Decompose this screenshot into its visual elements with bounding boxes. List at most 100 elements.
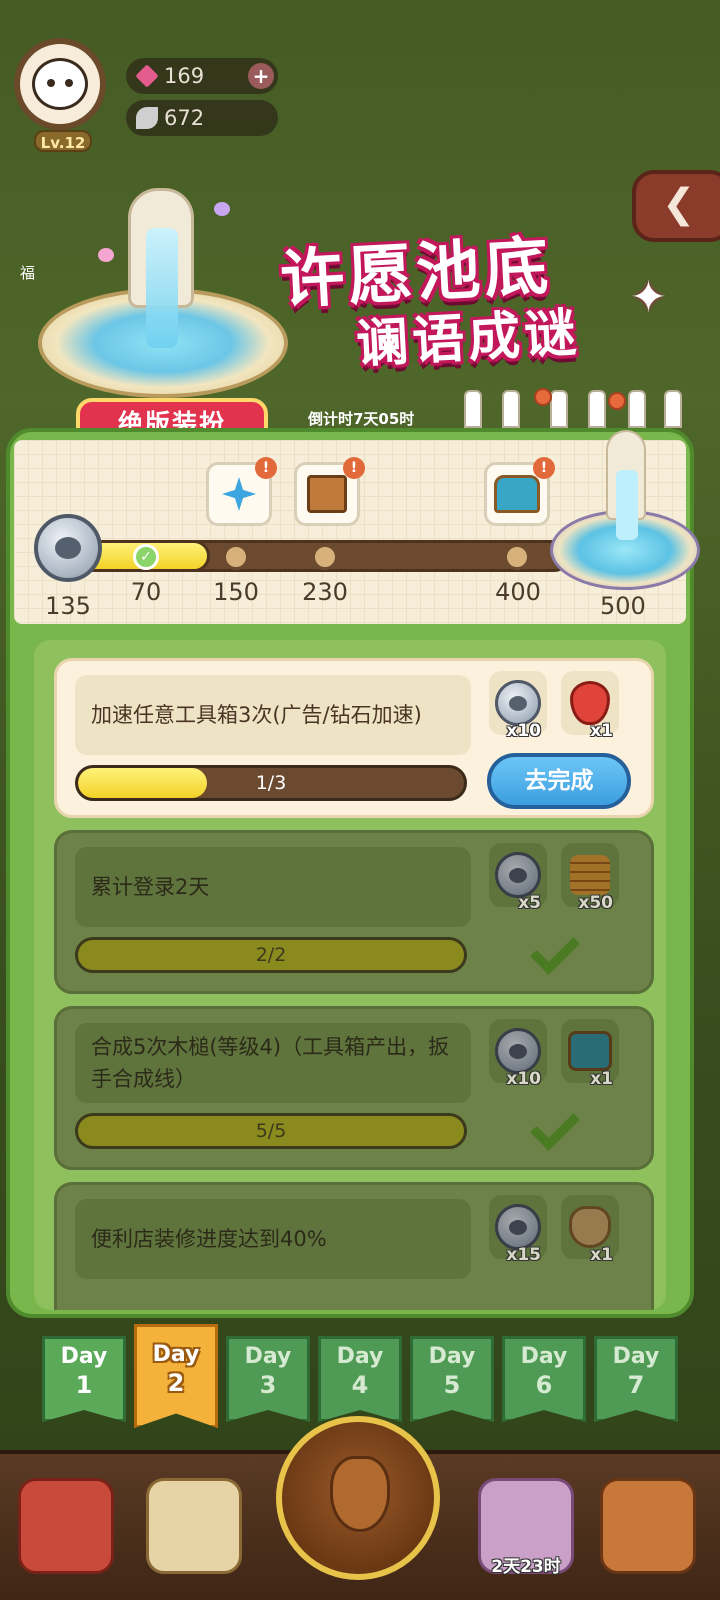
- task-reward: x50: [561, 843, 619, 913]
- paw-coin-icon: [495, 1204, 541, 1250]
- milestone-label: 70: [130, 578, 162, 606]
- butterfly-icon: [98, 248, 114, 262]
- go-complete-button[interactable]: 去完成: [487, 753, 631, 809]
- current-points: 135: [45, 592, 91, 620]
- blue-star-icon: [222, 477, 256, 511]
- milestone-node-150: [223, 544, 249, 570]
- task-progress-text: 1/3: [255, 772, 287, 794]
- paw-coin-icon: [495, 680, 541, 726]
- milestone-reward-230[interactable]: !: [294, 457, 365, 526]
- checkmark-icon: [530, 925, 580, 975]
- event-title-line-2: 谰语成谜: [354, 303, 582, 375]
- task-description: 合成5次木槌(等级4)（工具箱产出，扳手合成线）: [75, 1023, 471, 1103]
- reward-quantity: x10: [506, 721, 541, 741]
- reward-quantity: x5: [518, 893, 541, 913]
- gem-counter: 169 +: [126, 58, 278, 94]
- day-word: Day: [152, 1342, 200, 1367]
- milestone-node-70-claimed: ✓: [133, 544, 159, 570]
- reward-quantity: x15: [506, 1245, 541, 1265]
- day-word: Day: [336, 1344, 384, 1369]
- wishing-fountain-illustration: [28, 188, 298, 398]
- leaf-counter: 672: [126, 100, 278, 136]
- day-word: Day: [612, 1344, 660, 1369]
- bunny-card-button[interactable]: [146, 1478, 242, 1574]
- day-tab-1[interactable]: Day 1: [42, 1336, 126, 1422]
- day-word: Day: [60, 1344, 108, 1369]
- butterfly-icon: [214, 202, 230, 216]
- panda-avatar-icon: [32, 58, 88, 110]
- checkmark-icon: [530, 1101, 580, 1151]
- milestone-reward-150[interactable]: !: [206, 457, 277, 526]
- task-card: 加速任意工具箱3次(广告/钻石加速) x10 x1 1/3 去完成: [54, 658, 654, 818]
- day-tab-2[interactable]: Day 2: [134, 1324, 218, 1428]
- task-progress-text: 5/5: [255, 1120, 287, 1142]
- day-number: 7: [627, 1371, 645, 1399]
- paw-coin-icon: [34, 514, 102, 582]
- day-word: Day: [520, 1344, 568, 1369]
- reward-quantity: x1: [590, 1245, 613, 1265]
- milestone-reward-400[interactable]: !: [484, 457, 555, 526]
- paw-coin-icon: [495, 1028, 541, 1074]
- day-number: 3: [259, 1371, 277, 1399]
- milestone-node-400: [504, 544, 530, 570]
- task-card: 累计登录2天 x5 x50 2/2: [54, 830, 654, 994]
- task-reward: x1: [561, 1195, 619, 1265]
- day-number: 4: [351, 1371, 369, 1399]
- back-button[interactable]: ❮: [632, 170, 720, 242]
- task-reward: x10: [489, 671, 547, 741]
- treasure-chest-icon: [494, 475, 540, 513]
- task-list[interactable]: 加速任意工具箱3次(广告/钻石加速) x10 x1 1/3 去完成 累计登录2天…: [34, 640, 666, 1310]
- leaf-icon: [136, 107, 158, 129]
- task-description: 累计登录2天: [75, 847, 471, 927]
- day-tab-7[interactable]: Day 7: [594, 1336, 678, 1422]
- day-number: 2: [167, 1369, 185, 1397]
- acorn-icon: [330, 1456, 390, 1532]
- home-button[interactable]: [600, 1478, 696, 1574]
- leaf-count: 672: [164, 106, 205, 130]
- milestone-label: 500: [600, 592, 646, 620]
- reward-quantity: x10: [506, 1069, 541, 1089]
- grand-fountain-reward[interactable]: [550, 430, 700, 590]
- reward-quantity: x1: [590, 1069, 613, 1089]
- milestone-label: 230: [302, 578, 348, 606]
- day-number: 5: [443, 1371, 461, 1399]
- strawberry-icon: [570, 681, 610, 725]
- task-progress-text: 2/2: [255, 944, 287, 966]
- day-number: 6: [535, 1371, 553, 1399]
- task-progress-bar: 1/3: [75, 765, 467, 801]
- task-card: 合成5次木槌(等级4)（工具箱产出，扳手合成线） x10 x1 5/5: [54, 1006, 654, 1170]
- milestone-label: 150: [213, 578, 259, 606]
- chevron-left-icon: ❮: [662, 181, 696, 227]
- day-tab-3[interactable]: Day 3: [226, 1336, 310, 1422]
- shop-button[interactable]: [18, 1478, 114, 1574]
- info-badge-icon: !: [255, 457, 277, 479]
- day-tab-4[interactable]: Day 4: [318, 1336, 402, 1422]
- reward-quantity: x50: [578, 893, 613, 913]
- task-reward: x10: [489, 1019, 547, 1089]
- task-description: 加速任意工具箱3次(广告/钻石加速): [75, 675, 471, 755]
- sparkle-icon: ✦: [630, 272, 667, 323]
- gold-coins-icon: [570, 855, 610, 895]
- seed-sack-icon: [569, 1206, 611, 1248]
- day-tab-6[interactable]: Day 6: [502, 1336, 586, 1422]
- player-avatar[interactable]: [14, 38, 106, 130]
- task-progress-bar: 2/2: [75, 937, 467, 973]
- gem-count: 169: [164, 64, 205, 88]
- task-description: 便利店装修进度达到40%: [75, 1199, 471, 1279]
- day-number: 1: [75, 1371, 93, 1399]
- day-word: Day: [428, 1344, 476, 1369]
- reward-quantity: x1: [590, 721, 613, 741]
- gem-icon: [135, 64, 159, 88]
- wooden-crate-icon: [307, 475, 347, 513]
- task-reward: x1: [561, 1019, 619, 1089]
- milestone-node-230: [312, 544, 338, 570]
- fence-decoration: [458, 384, 688, 428]
- player-level-badge: Lv.12: [34, 130, 92, 152]
- day-word: Day: [244, 1344, 292, 1369]
- task-reward: x5: [489, 843, 547, 913]
- add-gems-button[interactable]: +: [248, 63, 274, 89]
- day-tab-5[interactable]: Day 5: [410, 1336, 494, 1422]
- task-reward: x15: [489, 1195, 547, 1265]
- toolbox-chest-icon: [568, 1031, 612, 1071]
- acorn-main-button[interactable]: [276, 1416, 440, 1580]
